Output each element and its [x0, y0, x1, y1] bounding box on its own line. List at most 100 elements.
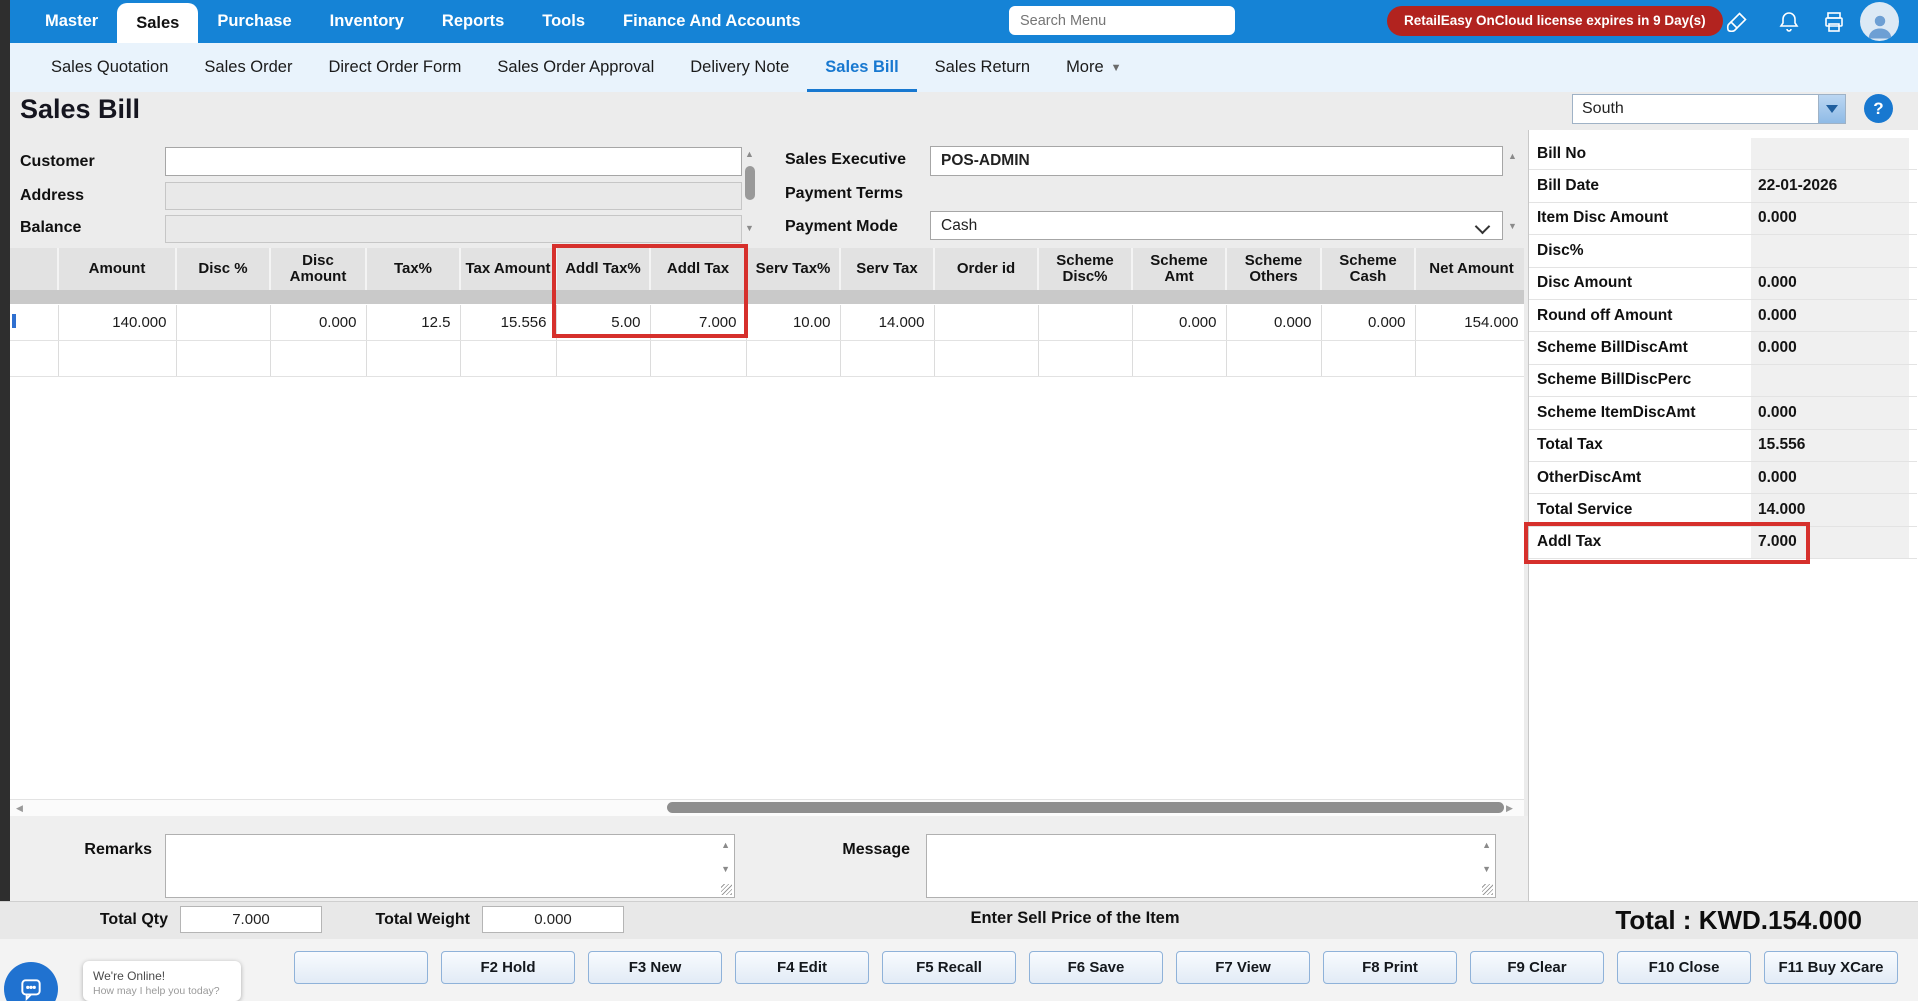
fkey-button-f5-recall[interactable]: F5 Recall — [882, 951, 1016, 984]
grid-header-net-amount[interactable]: Net Amount — [1415, 248, 1524, 290]
chevron-down-icon[interactable] — [1818, 95, 1845, 123]
grid-cell-addl-tax[interactable] — [650, 340, 747, 377]
grid-header-addl-tax[interactable]: Addl Tax% — [556, 248, 651, 290]
subnav-item-sales-quotation[interactable]: Sales Quotation — [33, 43, 186, 92]
grid-cell-serv-tax[interactable] — [746, 340, 841, 377]
grid-cell-serv-tax[interactable]: 10.00 — [746, 304, 841, 341]
print-icon[interactable] — [1820, 8, 1847, 35]
grid-header-addl-tax[interactable]: Addl Tax — [650, 248, 747, 290]
grid-cell-tax[interactable]: 12.5 — [366, 304, 461, 341]
grid-header-amount[interactable]: Amount — [58, 248, 177, 290]
scroll-up-icon[interactable]: ▲ — [721, 841, 730, 850]
grid-cell-scheme-disc[interactable] — [1038, 304, 1133, 341]
grid-cell-net-amount[interactable] — [1415, 340, 1524, 377]
branch-select[interactable]: South — [1572, 94, 1846, 124]
grid-cell-addl-tax[interactable]: 5.00 — [556, 304, 651, 341]
grid-header-order-id[interactable]: Order id — [934, 248, 1039, 290]
grid-cell-amount[interactable] — [58, 340, 177, 377]
resize-handle[interactable] — [1482, 884, 1493, 895]
fkey-button-f7-view[interactable]: F7 View — [1176, 951, 1310, 984]
topnav-item-master[interactable]: Master — [26, 0, 117, 43]
grid-header-scheme-amt[interactable]: Scheme Amt — [1132, 248, 1227, 290]
grid-cell-amount[interactable]: 140.000 — [58, 304, 177, 341]
grid-cell-scheme-cash[interactable] — [1321, 340, 1416, 377]
scroll-down-icon[interactable]: ▼ — [1482, 865, 1491, 874]
help-icon[interactable]: ? — [1864, 94, 1893, 123]
subnav-item-sales-return[interactable]: Sales Return — [917, 43, 1048, 92]
payment-terms-select[interactable]: Cash — [930, 211, 1503, 240]
notifications-bell-icon[interactable] — [1775, 8, 1802, 35]
theme-brush-icon[interactable] — [1723, 8, 1750, 35]
grid-header-blank[interactable] — [10, 248, 59, 290]
horizontal-scrollbar-thumb[interactable] — [667, 802, 1504, 813]
topnav-item-finance-and-accounts[interactable]: Finance And Accounts — [604, 0, 820, 43]
grid-cell-scheme-amt[interactable]: 0.000 — [1132, 304, 1227, 341]
resize-handle[interactable] — [721, 884, 732, 895]
topnav-item-purchase[interactable]: Purchase — [198, 0, 310, 43]
fkey-button-f9-clear[interactable]: F9 Clear — [1470, 951, 1604, 984]
grid-header-serv-tax[interactable]: Serv Tax% — [746, 248, 841, 290]
grid-cell-addl-tax[interactable] — [556, 340, 651, 377]
fkey-button-f3-new[interactable]: F3 New — [588, 951, 722, 984]
fkey-button-f4-edit[interactable]: F4 Edit — [735, 951, 869, 984]
fkey-button-f2-hold[interactable]: F2 Hold — [441, 951, 575, 984]
scroll-right-icon[interactable]: ▶ — [1506, 803, 1513, 813]
grid-cell-tax[interactable] — [366, 340, 461, 377]
fkey-button-f6-save[interactable]: F6 Save — [1029, 951, 1163, 984]
customer-input[interactable] — [165, 147, 742, 176]
total-qty-input[interactable] — [180, 906, 322, 933]
topnav-item-sales[interactable]: Sales — [117, 3, 199, 43]
scroll-up-icon[interactable]: ▲ — [1508, 152, 1517, 161]
grid-cell-disc[interactable] — [176, 340, 271, 377]
grid-cell-disc-amount[interactable]: 0.000 — [270, 304, 367, 341]
table-row[interactable]: 140.000 0.000 12.5 15.556 5.00 7.000 10.00 14.0… — [10, 304, 1524, 341]
subnav-item-sales-order-approval[interactable]: Sales Order Approval — [479, 43, 672, 92]
scrollbar-thumb[interactable] — [745, 166, 755, 200]
grid-cell-blank[interactable] — [10, 340, 59, 377]
subnav-item-delivery-note[interactable]: Delivery Note — [672, 43, 807, 92]
grid-header-scheme-disc[interactable]: Scheme Disc% — [1038, 248, 1133, 290]
subnav-item-direct-order-form[interactable]: Direct Order Form — [310, 43, 479, 92]
grid-header-disc-amount[interactable]: Disc Amount — [270, 248, 367, 290]
license-expiry-badge[interactable]: RetailEasy OnCloud license expires in 9 … — [1387, 6, 1723, 36]
topnav-item-tools[interactable]: Tools — [523, 0, 604, 43]
grid-cell-tax-amount[interactable] — [460, 340, 557, 377]
fkey-button-f8-print[interactable]: F8 Print — [1323, 951, 1457, 984]
grid-cell-disc[interactable] — [176, 304, 271, 341]
chat-tooltip[interactable]: We're Online! How may I help you today? — [83, 961, 241, 1001]
subnav-item-more[interactable]: More ▼ — [1048, 43, 1139, 92]
grid-header-disc[interactable]: Disc % — [176, 248, 271, 290]
subnav-item-sales-order[interactable]: Sales Order — [186, 43, 310, 92]
grid-header-serv-tax[interactable]: Serv Tax — [840, 248, 935, 290]
scroll-up-icon[interactable]: ▲ — [745, 150, 754, 159]
grid-cell-scheme-cash[interactable]: 0.000 — [1321, 304, 1416, 341]
fkey-button-f10-close[interactable]: F10 Close — [1617, 951, 1751, 984]
subnav-item-sales-bill[interactable]: Sales Bill — [807, 43, 916, 92]
grid-cell-blank[interactable] — [10, 304, 59, 341]
grid-header-tax[interactable]: Tax% — [366, 248, 461, 290]
grid-cell-serv-tax[interactable]: 14.000 — [840, 304, 935, 341]
grid-cell-serv-tax[interactable] — [840, 340, 935, 377]
grid-cell-net-amount[interactable]: 154.000 — [1415, 304, 1524, 341]
scroll-down-icon[interactable]: ▼ — [745, 224, 754, 233]
fkey-button-f11-buy-xcare[interactable]: F11 Buy XCare — [1764, 951, 1898, 984]
grid-cell-scheme-others[interactable]: 0.000 — [1226, 304, 1322, 341]
scroll-left-icon[interactable]: ◀ — [16, 803, 23, 813]
scroll-down-icon[interactable]: ▼ — [1508, 222, 1517, 231]
grid-cell-scheme-amt[interactable] — [1132, 340, 1227, 377]
grid-cell-order-id[interactable] — [934, 340, 1039, 377]
sales-executive-field[interactable]: POS-ADMIN — [930, 146, 1503, 176]
topnav-item-reports[interactable]: Reports — [423, 0, 523, 43]
grid-cell-scheme-disc[interactable] — [1038, 340, 1133, 377]
message-textarea[interactable] — [927, 835, 1495, 897]
grid-header-scheme-others[interactable]: Scheme Others — [1226, 248, 1322, 290]
grid-cell-addl-tax[interactable]: 7.000 — [650, 304, 747, 341]
total-weight-input[interactable] — [482, 906, 624, 933]
table-row-empty[interactable] — [10, 340, 1524, 377]
grid-header-tax-amount[interactable]: Tax Amount — [460, 248, 557, 290]
fkey-button-blank[interactable] — [294, 951, 428, 984]
search-input[interactable] — [1009, 6, 1235, 35]
grid-cell-disc-amount[interactable] — [270, 340, 367, 377]
grid-cell-scheme-others[interactable] — [1226, 340, 1322, 377]
grid-header-scheme-cash[interactable]: Scheme Cash — [1321, 248, 1416, 290]
